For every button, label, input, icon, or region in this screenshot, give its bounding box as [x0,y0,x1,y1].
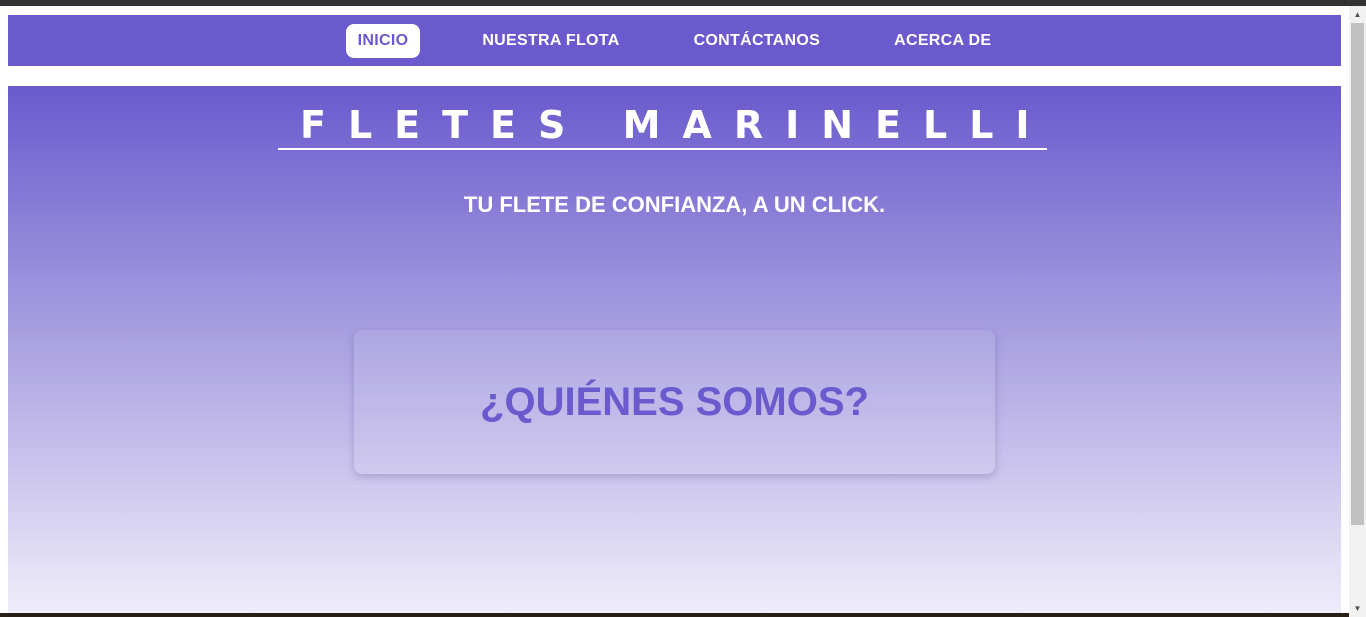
tagline: TU FLETE DE CONFIANZA, A UN CLICK. [463,192,886,217]
about-card: ¿QUIÉNES SOMOS? [354,330,995,474]
bottom-content-strip [0,613,1349,617]
hero-section: FLETES MARINELLI TU FLETE DE CONFIANZA, … [8,86,1341,613]
nav-link-acerca-de[interactable]: ACERCA DE [882,24,1003,58]
scroll-down-arrow-icon[interactable]: ▼ [1349,600,1366,617]
about-heading: ¿QUIÉNES SOMOS? [480,379,869,424]
nav-link-nuestra-flota[interactable]: NUESTRA FLOTA [470,24,631,58]
site-title: FLETES MARINELLI [278,104,1047,150]
scroll-thumb[interactable] [1351,23,1364,525]
main-navbar: INICIO NUESTRA FLOTA CONTÁCTANOS ACERCA … [8,15,1341,66]
vertical-scrollbar[interactable]: ▲ ▼ [1349,6,1366,617]
page-viewport: INICIO NUESTRA FLOTA CONTÁCTANOS ACERCA … [0,6,1349,613]
nav-link-contactanos[interactable]: CONTÁCTANOS [682,24,833,58]
nav-link-inicio[interactable]: INICIO [345,23,421,58]
scroll-up-arrow-icon[interactable]: ▲ [1349,6,1366,23]
